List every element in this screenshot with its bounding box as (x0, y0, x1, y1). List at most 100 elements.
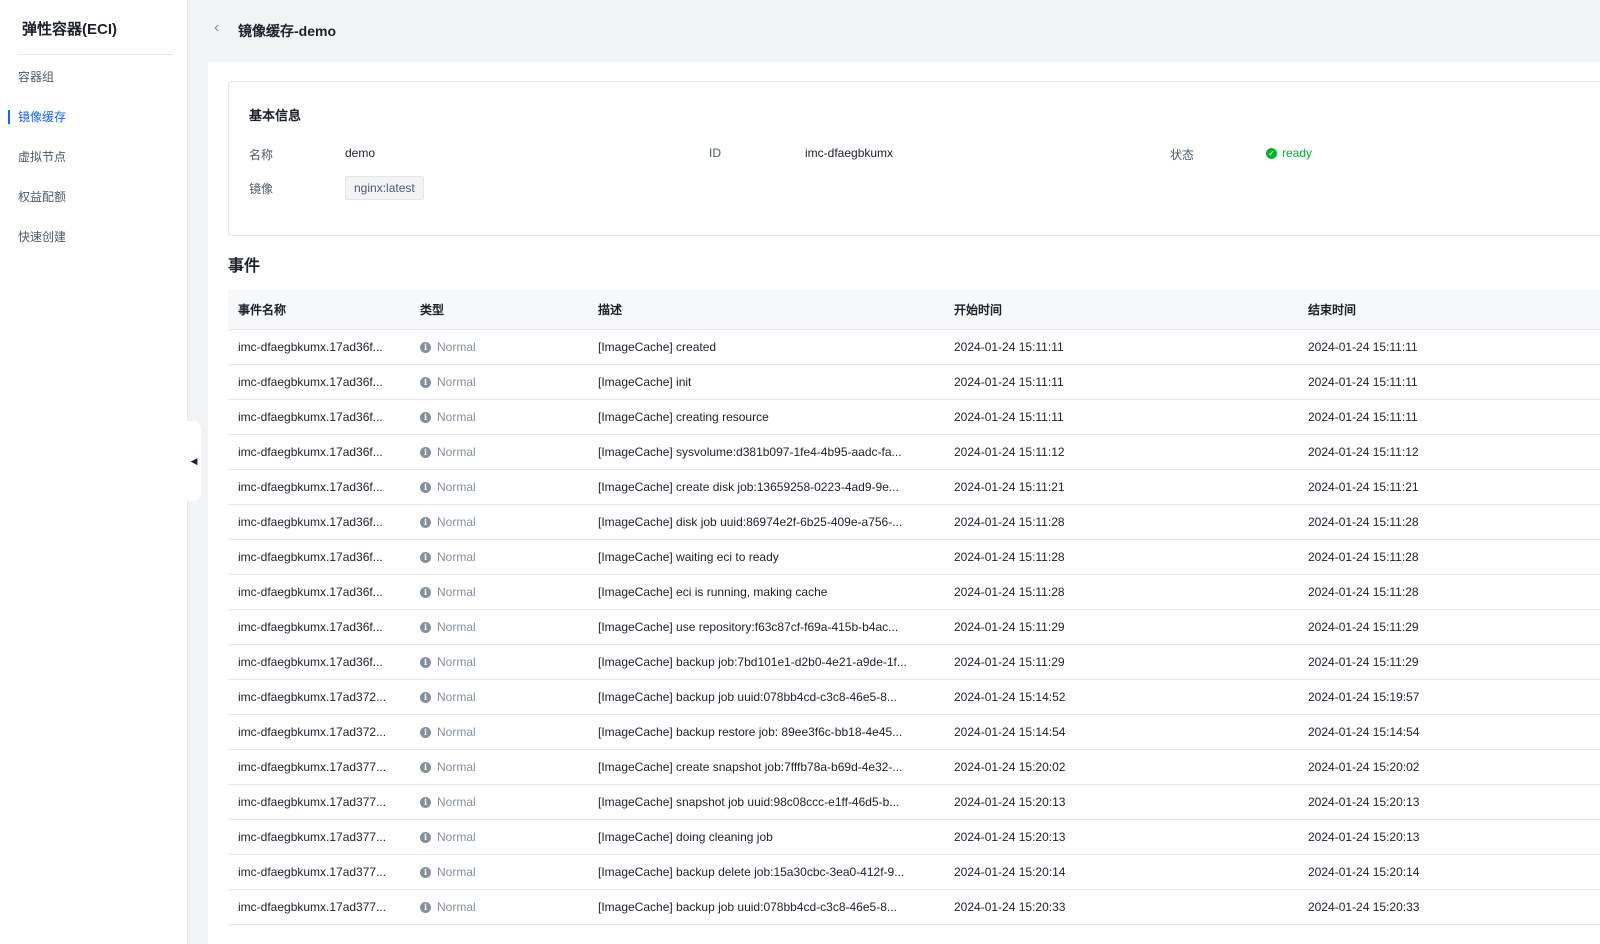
event-description: [ImageCache] create snapshot job:7fffb78… (598, 760, 903, 774)
event-name: imc-dfaegbkumx.17ad36f... (238, 620, 383, 634)
event-end-time: 2024-01-24 15:20:33 (1308, 900, 1420, 914)
sidebar-item-virtual-node[interactable]: 虚拟节点 (0, 140, 188, 180)
event-type-cell: i Normal (410, 515, 590, 529)
sidebar-title: 弹性容器(ECI) (22, 21, 117, 38)
event-type: i Normal (420, 690, 590, 704)
table-row: imc-dfaegbkumx.17ad372... i Normal [ImageCa… (228, 680, 1600, 715)
event-type: i Normal (420, 620, 590, 634)
sidebar-divider (18, 54, 173, 55)
event-end-time: 2024-01-24 15:11:11 (1308, 410, 1418, 424)
table-header: 事件名称 类型 描述 开始时间 结束时间 (228, 290, 1600, 330)
event-type-cell: i Normal (410, 550, 590, 564)
event-type-cell: i Normal (410, 865, 590, 879)
event-name: imc-dfaegbkumx.17ad377... (238, 865, 387, 879)
event-end-time: 2024-01-24 15:11:29 (1308, 655, 1419, 669)
sidebar-nav: 容器组 镜像缓存 虚拟节点 权益配额 快速创建 (0, 60, 188, 260)
events-table: 事件名称 类型 描述 开始时间 结束时间 imc-dfaegbkumx.17ad… (228, 290, 1600, 925)
page-header: ‹ 镜像缓存-demo (189, 0, 1600, 60)
event-description: [ImageCache] sysvolume:d381b097-1fe4-4b9… (598, 445, 902, 459)
event-type-label: Normal (437, 620, 476, 634)
event-start-time: 2024-01-24 15:20:13 (954, 795, 1066, 809)
event-type-cell: i Normal (410, 375, 590, 389)
event-type: i Normal (420, 550, 590, 564)
event-name: imc-dfaegbkumx.17ad36f... (238, 410, 383, 424)
sidebar-item-container-group[interactable]: 容器组 (0, 60, 188, 100)
event-type-label: Normal (437, 410, 476, 424)
caret-left-icon: ◀ (190, 455, 198, 466)
sidebar-collapse-handle[interactable]: ◀ (187, 421, 201, 501)
event-end-time: 2024-01-24 15:20:02 (1308, 760, 1420, 774)
event-type: i Normal (420, 795, 590, 809)
info-icon: i (420, 831, 431, 843)
event-start-time: 2024-01-24 15:11:28 (954, 550, 1065, 564)
event-type: i Normal (420, 480, 590, 494)
event-type-label: Normal (437, 340, 476, 354)
event-type-cell: i Normal (410, 760, 590, 774)
info-icon: i (420, 656, 431, 668)
event-start-time: 2024-01-24 15:11:11 (954, 410, 1064, 424)
event-name: imc-dfaegbkumx.17ad36f... (238, 480, 383, 494)
event-type: i Normal (420, 585, 590, 599)
event-type: i Normal (420, 865, 590, 879)
event-start-time: 2024-01-24 15:20:02 (954, 760, 1066, 774)
event-type-label: Normal (437, 900, 476, 914)
event-type-cell: i Normal (410, 620, 590, 634)
event-type: i Normal (420, 655, 590, 669)
sidebar-item-quick-create[interactable]: 快速创建 (0, 220, 188, 260)
event-description: [ImageCache] snapshot job uuid:98c08ccc-… (598, 795, 900, 809)
column-header-end-time: 结束时间 (1308, 303, 1357, 317)
event-end-time: 2024-01-24 15:14:54 (1308, 725, 1420, 739)
info-icon: i (420, 761, 431, 773)
event-type-label: Normal (437, 690, 476, 704)
sidebar-item-image-cache[interactable]: 镜像缓存 (0, 100, 188, 140)
info-icon: i (420, 691, 431, 703)
event-end-time: 2024-01-24 15:20:14 (1308, 865, 1420, 879)
event-type-label: Normal (437, 760, 476, 774)
event-type: i Normal (420, 515, 590, 529)
event-type-label: Normal (437, 480, 476, 494)
event-start-time: 2024-01-24 15:11:12 (954, 445, 1065, 459)
status-label: 状态 (1170, 148, 1195, 162)
event-end-time: 2024-01-24 15:20:13 (1308, 795, 1420, 809)
event-name: imc-dfaegbkumx.17ad377... (238, 900, 387, 914)
event-type: i Normal (420, 410, 590, 424)
event-name: imc-dfaegbkumx.17ad36f... (238, 340, 383, 354)
event-end-time: 2024-01-24 15:11:28 (1308, 515, 1419, 529)
event-start-time: 2024-01-24 15:20:33 (954, 900, 1066, 914)
info-icon: i (420, 726, 431, 738)
event-start-time: 2024-01-24 15:11:28 (954, 515, 1065, 529)
page-title: 镜像缓存-demo (238, 23, 336, 39)
event-type-cell: i Normal (410, 340, 590, 354)
event-end-time: 2024-01-24 15:11:11 (1308, 375, 1418, 389)
event-type-label: Normal (437, 515, 476, 529)
event-description: [ImageCache] backup job uuid:078bb4cd-c3… (598, 690, 897, 704)
event-description: [ImageCache] backup restore job: 89ee3f6… (598, 725, 903, 739)
chevron-left-icon[interactable]: ‹ (214, 19, 219, 37)
info-icon: i (420, 621, 431, 633)
table-row: imc-dfaegbkumx.17ad377... i Normal [ImageCa… (228, 785, 1600, 820)
event-description: [ImageCache] use repository:f63c87cf-f69… (598, 620, 899, 634)
event-start-time: 2024-01-24 15:11:21 (954, 480, 1065, 494)
column-header-name: 事件名称 (238, 303, 287, 317)
events-title: 事件 (228, 258, 261, 275)
info-icon: i (420, 411, 431, 423)
event-description: [ImageCache] doing cleaning job (598, 830, 773, 844)
info-icon: i (420, 516, 431, 528)
table-row: imc-dfaegbkumx.17ad372... i Normal [ImageCa… (228, 715, 1600, 750)
event-type: i Normal (420, 830, 590, 844)
event-end-time: 2024-01-24 15:11:12 (1308, 445, 1419, 459)
event-end-time: 2024-01-24 15:20:13 (1308, 830, 1420, 844)
sidebar: 弹性容器(ECI) 容器组 镜像缓存 虚拟节点 权益配额 快速创建 (0, 0, 188, 944)
event-type-cell: i Normal (410, 900, 590, 914)
id-label: ID (709, 146, 721, 160)
info-icon: i (420, 376, 431, 388)
event-type-cell: i Normal (410, 725, 590, 739)
status-value: ready (1282, 146, 1313, 160)
event-type: i Normal (420, 445, 590, 459)
table-body: imc-dfaegbkumx.17ad36f... i Normal [ImageCa… (228, 330, 1600, 925)
sidebar-item-quota[interactable]: 权益配额 (0, 180, 188, 220)
image-label: 镜像 (249, 182, 274, 196)
event-name: imc-dfaegbkumx.17ad377... (238, 830, 387, 844)
event-description: [ImageCache] creating resource (598, 410, 769, 424)
event-name: imc-dfaegbkumx.17ad36f... (238, 515, 383, 529)
